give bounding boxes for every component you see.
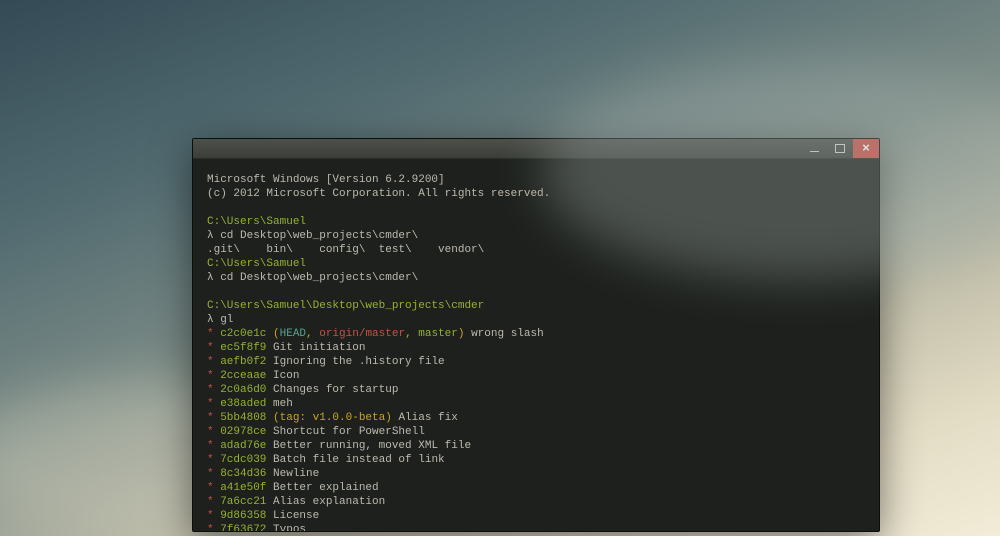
prompt-command: λ cd Desktop\web_projects\cmder\: [207, 229, 865, 243]
prompt-path: C:\Users\Samuel: [207, 257, 865, 271]
git-log-entry: * 9d86358 License: [207, 509, 865, 523]
git-log-entry: * aefb0f2 Ignoring the .history file: [207, 355, 865, 369]
git-log-entry: * 2cceaae Icon: [207, 369, 865, 383]
maximize-button[interactable]: [827, 139, 853, 158]
terminal-output[interactable]: Microsoft Windows [Version 6.2.9200](c) …: [193, 159, 879, 531]
copyright-line: (c) 2012 Microsoft Corporation. All righ…: [207, 187, 865, 201]
git-log-entry: * ec5f8f9 Git initiation: [207, 341, 865, 355]
git-log-entry: * 8c34d36 Newline: [207, 467, 865, 481]
minimize-button[interactable]: [801, 139, 827, 158]
dir-listing: .git\ bin\ config\ test\ vendor\: [207, 243, 865, 257]
git-log-entry: * 5bb4808 (tag: v1.0.0-beta) Alias fix: [207, 411, 865, 425]
git-log-entry: * 02978ce Shortcut for PowerShell: [207, 425, 865, 439]
prompt-path: C:\Users\Samuel\Desktop\web_projects\cmd…: [207, 299, 865, 313]
git-log-head: * c2c0e1c (HEAD, origin/master, master) …: [207, 327, 865, 341]
git-log-entry: * 7cdc039 Batch file instead of link: [207, 453, 865, 467]
terminal-window: Microsoft Windows [Version 6.2.9200](c) …: [192, 138, 880, 532]
git-log-entry: * adad76e Better running, moved XML file: [207, 439, 865, 453]
prompt-command: λ cd Desktop\web_projects\cmder\: [207, 271, 865, 285]
git-log-entry: * e38aded meh: [207, 397, 865, 411]
terminal-line: [207, 285, 865, 299]
prompt-command: λ gl: [207, 313, 865, 327]
titlebar[interactable]: [193, 139, 879, 159]
git-log-entry: * a41e50f Better explained: [207, 481, 865, 495]
git-log-entry: * 7a6cc21 Alias explanation: [207, 495, 865, 509]
prompt-path: C:\Users\Samuel: [207, 215, 865, 229]
git-log-entry: * 7f63672 Typos: [207, 523, 865, 531]
os-version-line: Microsoft Windows [Version 6.2.9200]: [207, 173, 865, 187]
terminal-line: [207, 201, 865, 215]
git-log-entry: * 2c0a6d0 Changes for startup: [207, 383, 865, 397]
close-button[interactable]: [853, 139, 879, 158]
